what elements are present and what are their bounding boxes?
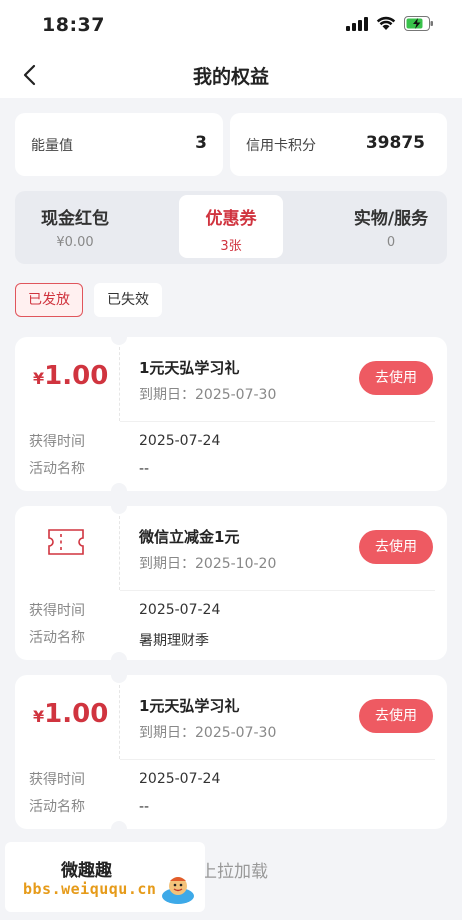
tab-goods[interactable]: 实物/服务 0 [335,191,447,264]
tab-cash-title: 现金红包 [41,209,109,229]
wifi-icon [376,16,396,30]
coupon-expiry: 到期日：2025-10-20 [139,556,277,572]
coupon-card: ¥1.00 1元天弘学习礼 到期日：2025-07-30 去使用 获得时间 20… [15,667,447,837]
activity-label: 活动名称 [29,630,85,646]
activity-label: 活动名称 [29,461,85,477]
energy-card[interactable]: 能量值 3 [15,113,223,176]
notch-bottom [111,483,127,499]
filter-expired[interactable]: 已失效 [94,283,162,317]
coupon-title: 1元天弘学习礼 [139,359,240,377]
coupon-amount: ¥1.00 [33,699,108,729]
coupon-expiry: 到期日：2025-07-30 [139,387,277,403]
status-time: 18:37 [42,14,105,36]
amount-value: 1.00 [44,699,109,729]
use-coupon-button[interactable]: 去使用 [359,699,433,733]
tab-cash-sub: ¥0.00 [56,235,94,250]
activity-value: -- [139,461,150,477]
acquired-label: 获得时间 [29,772,85,788]
coupon-card: 微信立减金1元 到期日：2025-10-20 去使用 获得时间 2025-07-… [15,498,447,668]
notch-top [111,329,127,345]
watermark: 微趣趣 bbs.weiququ.cn [5,842,205,912]
acquired-label: 获得时间 [29,603,85,619]
divider [119,347,120,421]
status-bar: 18:37 [0,0,462,52]
coupon-title: 微信立减金1元 [139,528,240,546]
notch-top [111,498,127,514]
acquired-value: 2025-07-24 [139,602,221,618]
activity-value: -- [139,799,150,815]
coupon-amount: ¥1.00 [33,361,108,391]
credit-points-value: 39875 [365,133,425,153]
currency-symbol: ¥ [33,707,45,726]
notch-bottom [111,821,127,837]
watermark-url: bbs.weiququ.cn [23,880,157,898]
divider [119,516,120,590]
divider [119,685,120,759]
use-coupon-button[interactable]: 去使用 [359,361,433,395]
acquired-value: 2025-07-24 [139,433,221,449]
coupon-expiry: 到期日：2025-07-30 [139,725,277,741]
watermark-title: 微趣趣 [61,861,112,881]
tab-coupons-sub: 3张 [220,239,242,254]
status-icons [346,16,434,31]
battery-charging-icon [404,16,433,31]
activity-value: 暑期理财季 [139,633,209,649]
nav-bar: 我的权益 [0,52,462,98]
tab-cash[interactable]: 现金红包 ¥0.00 [15,191,135,264]
load-more-text: 上拉加载 [200,862,268,882]
use-coupon-button[interactable]: 去使用 [359,530,433,564]
mascot-icon [162,877,194,904]
notch-bottom [111,652,127,668]
activity-label: 活动名称 [29,799,85,815]
divider [120,590,435,591]
energy-label: 能量值 [31,138,73,154]
ticket-icon [48,529,84,555]
acquired-value: 2025-07-24 [139,771,221,787]
amount-value: 1.00 [44,361,109,391]
tab-coupons-title: 优惠券 [205,209,257,229]
tab-goods-title: 实物/服务 [353,209,429,229]
divider [120,421,435,422]
credit-points-label: 信用卡积分 [246,138,316,154]
divider [120,759,435,760]
notch-top [111,667,127,683]
credit-points-card[interactable]: 信用卡积分 39875 [230,113,447,176]
currency-symbol: ¥ [33,369,45,388]
coupon-title: 1元天弘学习礼 [139,697,240,715]
page-title: 我的权益 [192,66,269,88]
tab-goods-sub: 0 [386,235,396,250]
energy-value: 3 [195,133,207,153]
tab-coupons[interactable]: 优惠券 3张 [179,195,283,258]
signal-icon [346,16,368,31]
acquired-label: 获得时间 [29,434,85,450]
category-tabs: 现金红包 ¥0.00 优惠券 3张 实物/服务 0 [15,191,447,264]
filter-issued[interactable]: 已发放 [15,283,83,317]
coupon-card: ¥1.00 1元天弘学习礼 到期日：2025-07-30 去使用 获得时间 20… [15,329,447,499]
